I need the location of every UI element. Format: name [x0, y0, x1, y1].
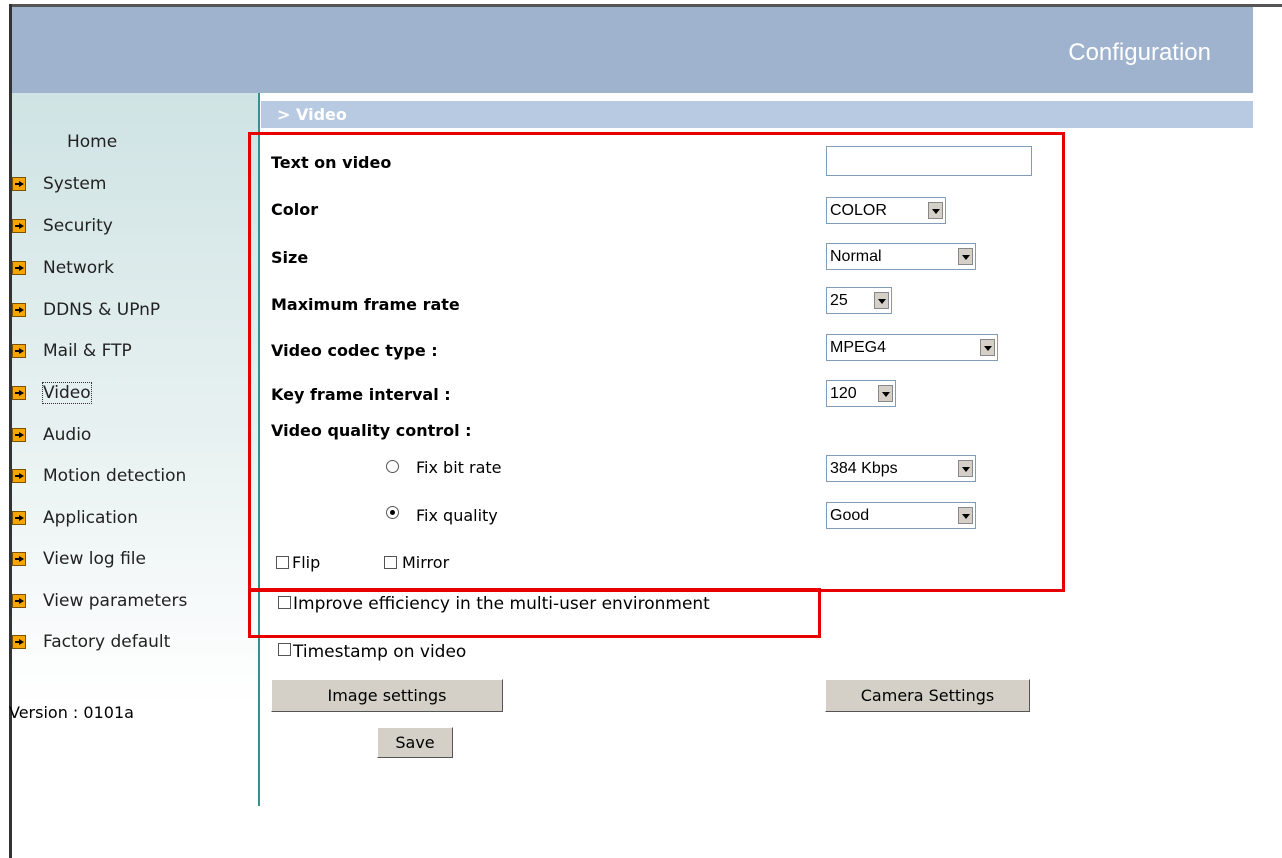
timestamp-label: Timestamp on video: [293, 642, 467, 662]
arrow-right-icon: [12, 177, 26, 191]
sidebar-item-security[interactable]: Security: [12, 213, 113, 239]
highlight-box-efficiency: [248, 588, 821, 638]
sidebar-item-label: Network: [43, 258, 114, 278]
arrow-right-icon: [12, 261, 26, 275]
arrow-right-icon: [12, 344, 26, 358]
sidebar-item-home[interactable]: Home: [67, 129, 117, 155]
arrow-right-icon: [12, 303, 26, 317]
image-settings-button[interactable]: Image settings: [271, 679, 503, 712]
sidebar-item-label: View parameters: [43, 591, 188, 611]
version-label: Version : 0101a: [9, 703, 134, 722]
sidebar-item-label: Mail & FTP: [43, 341, 132, 361]
arrow-right-icon: [12, 428, 26, 442]
timestamp-checkbox[interactable]: [278, 643, 291, 656]
sidebar-item-network[interactable]: Network: [12, 255, 114, 281]
sidebar-item-application[interactable]: Application: [12, 505, 138, 531]
save-button[interactable]: Save: [377, 727, 453, 758]
arrow-right-icon: [12, 469, 26, 483]
sidebar-item-factory-default[interactable]: Factory default: [12, 629, 170, 655]
arrow-right-icon: [12, 635, 26, 649]
camera-settings-button[interactable]: Camera Settings: [825, 679, 1030, 712]
sidebar-item-view-log-file[interactable]: View log file: [12, 546, 146, 572]
sidebar-item-label: DDNS & UPnP: [43, 300, 161, 320]
arrow-right-icon: [12, 594, 26, 608]
sidebar-item-system[interactable]: System: [12, 171, 106, 197]
breadcrumb-text: > Video: [277, 105, 347, 124]
header-bar: Configuration: [12, 7, 1253, 93]
sidebar-item-view-parameters[interactable]: View parameters: [12, 588, 187, 614]
sidebar-item-label: Factory default: [43, 632, 171, 652]
sidebar-item-audio[interactable]: Audio: [12, 422, 91, 448]
arrow-right-icon: [12, 511, 26, 525]
breadcrumb: > Video: [261, 101, 1253, 128]
sidebar-item-label: Audio: [43, 425, 92, 445]
arrow-right-icon: [12, 219, 26, 233]
sidebar-item-video[interactable]: Video: [12, 380, 92, 406]
arrow-right-icon: [12, 552, 26, 566]
highlight-box-video-settings: [248, 132, 1065, 592]
sidebar-item-motion-detection[interactable]: Motion detection: [12, 463, 186, 489]
header-title: Configuration: [1068, 39, 1211, 66]
sidebar-item-label: Application: [43, 508, 138, 528]
sidebar-item-label: Motion detection: [43, 466, 187, 486]
sidebar-item-label: View log file: [43, 549, 146, 569]
sidebar-item-label: Security: [43, 216, 113, 236]
sidebar-item-mail-ftp[interactable]: Mail & FTP: [12, 338, 132, 364]
sidebar-item-label: System: [43, 174, 107, 194]
sidebar-item-ddns-upnp[interactable]: DDNS & UPnP: [12, 297, 160, 323]
arrow-right-icon: [12, 386, 26, 400]
sidebar-item-label: Video: [42, 382, 92, 404]
